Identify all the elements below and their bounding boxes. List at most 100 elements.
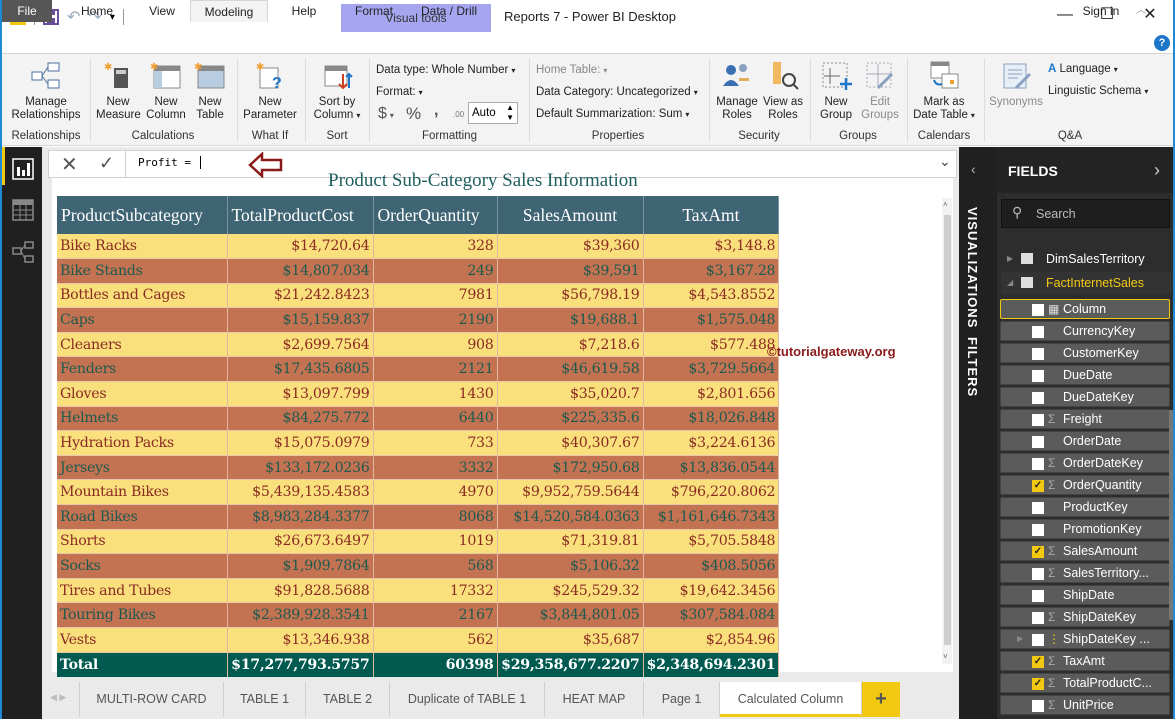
- percent-format-button[interactable]: %: [406, 104, 421, 124]
- field-checkbox[interactable]: [1032, 700, 1044, 712]
- table-row[interactable]: Mountain Bikes $5,439,135.4583 4970 $9,952,…: [57, 479, 780, 506]
- visualizations-pane-label[interactable]: VISUALIZATIONS: [965, 207, 980, 328]
- fields-search-input[interactable]: ⚲ Search: [1001, 199, 1170, 228]
- page-tab-duplicate-of-table-1[interactable]: Duplicate of TABLE 1: [390, 682, 545, 717]
- tab-view[interactable]: View: [140, 0, 184, 22]
- field-checkbox[interactable]: [1032, 612, 1044, 624]
- new-parameter-button[interactable]: ? ✱ New Parameter: [240, 60, 300, 122]
- table-row[interactable]: Bike Stands $14,807.034 249 $39,591 $3,167.2…: [57, 258, 780, 284]
- manage-relationships-button[interactable]: Manage Relationships: [8, 60, 84, 122]
- page-tab-heat-map[interactable]: HEAT MAP: [545, 682, 644, 717]
- synonyms-button[interactable]: Synonyms: [986, 60, 1046, 109]
- home-table-dropdown[interactable]: Home Table: ▾: [536, 64, 607, 76]
- column-header[interactable]: TaxAmt: [643, 196, 780, 234]
- mark-as-date-table-button[interactable]: Mark as Date Table ▾: [910, 60, 978, 122]
- table-row[interactable]: Gloves $13,097.799 1430 $35,020.7 $2,801.656: [57, 381, 780, 407]
- field-checkbox[interactable]: [1032, 502, 1044, 514]
- table-row[interactable]: Vests $13,346.938 562 $35,687 $2,854.96: [57, 627, 780, 653]
- field-item[interactable]: ✓ Σ TaxAmt: [1000, 651, 1170, 671]
- table-row[interactable]: Bottles and Cages $21,242.8423 7981 $56,798…: [57, 283, 780, 309]
- collapse-fields-icon[interactable]: ›: [1154, 160, 1160, 181]
- field-checkbox[interactable]: [1032, 304, 1044, 316]
- scroll-up-icon[interactable]: ˄: [943, 200, 948, 209]
- default-summarization-dropdown[interactable]: Default Summarization: Sum ▾: [536, 108, 689, 120]
- field-checkbox[interactable]: [1032, 370, 1044, 382]
- field-checkbox[interactable]: ✓: [1032, 656, 1044, 668]
- new-measure-button[interactable]: ✱ New Measure: [96, 60, 141, 122]
- page-tab-table-2[interactable]: TABLE 2: [306, 682, 390, 717]
- field-item[interactable]: ▶ ⋮ ShipDateKey ...: [1000, 629, 1170, 649]
- field-checkbox[interactable]: [1032, 524, 1044, 536]
- field-item[interactable]: ProductKey: [1000, 497, 1170, 517]
- tab-modeling[interactable]: Modeling: [190, 0, 268, 22]
- commit-formula-icon[interactable]: ✓: [99, 153, 114, 174]
- data-view-icon[interactable]: [12, 199, 34, 221]
- field-item[interactable]: OrderDate: [1000, 431, 1170, 451]
- collapse-icon[interactable]: ◢: [1007, 272, 1013, 294]
- sign-in-link[interactable]: Sign in: [1076, 0, 1126, 22]
- expand-icon[interactable]: ▶: [1007, 248, 1013, 270]
- data-category-dropdown[interactable]: Data Category: Uncategorized ▾: [536, 86, 698, 98]
- field-checkbox[interactable]: [1032, 590, 1044, 602]
- page-tab-table-1[interactable]: TABLE 1: [224, 682, 306, 717]
- field-table-dimsalesterritory[interactable]: ▶ DimSalesTerritory: [1001, 248, 1171, 270]
- field-checkbox[interactable]: [1032, 326, 1044, 338]
- field-checkbox[interactable]: [1032, 348, 1044, 360]
- field-checkbox[interactable]: [1032, 436, 1044, 448]
- currency-format-button[interactable]: $ ▾: [378, 105, 394, 123]
- field-checkbox[interactable]: ✓: [1032, 546, 1044, 558]
- comma-style-button[interactable]: ,: [434, 102, 438, 120]
- field-item[interactable]: CurrencyKey: [1000, 321, 1170, 341]
- format-dropdown[interactable]: Format: ▾: [376, 86, 423, 98]
- report-view-icon[interactable]: [12, 158, 34, 180]
- new-group-button[interactable]: New Group: [815, 60, 857, 122]
- filters-pane-label[interactable]: FILTERS: [965, 337, 980, 397]
- language-dropdown[interactable]: A Language ▾: [1048, 63, 1118, 75]
- expand-formula-icon[interactable]: ⌄: [939, 153, 951, 170]
- table-row[interactable]: Touring Bikes $2,389,928.3541 2167 $3,844,8…: [57, 602, 780, 628]
- table-row[interactable]: Hydration Packs $15,075.0979 733 $40,307.67…: [57, 430, 780, 456]
- add-page-button[interactable]: +: [862, 682, 900, 717]
- field-item[interactable]: ▦ Column: [1000, 299, 1170, 319]
- tab-home[interactable]: Home: [72, 0, 122, 22]
- field-checkbox[interactable]: [1032, 392, 1044, 404]
- column-header[interactable]: TotalProductCost: [227, 196, 374, 234]
- table-row[interactable]: Cleaners $2,699.7564 908 $7,218.6 $577.488: [57, 332, 780, 358]
- field-item[interactable]: Σ UnitPrice: [1000, 695, 1170, 715]
- field-item[interactable]: Σ SalesTerritory...: [1000, 563, 1170, 583]
- tab-help[interactable]: Help: [282, 0, 326, 22]
- page-tab-calculated-column[interactable]: Calculated Column: [720, 682, 862, 717]
- field-checkbox[interactable]: [1032, 634, 1044, 646]
- table-row[interactable]: Jerseys $133,172.0236 3332 $172,950.68 $13,8…: [57, 455, 780, 481]
- manage-roles-button[interactable]: Manage Roles: [714, 60, 760, 122]
- data-type-dropdown[interactable]: Data type: Whole Number ▾: [376, 64, 515, 76]
- table-row[interactable]: Fenders $17,435.6805 2121 $46,619.58 $3,729.…: [57, 356, 780, 383]
- field-item[interactable]: Σ OrderDateKey: [1000, 453, 1170, 473]
- page-tab-page-1[interactable]: Page 1: [644, 682, 720, 717]
- field-item[interactable]: ✓ Σ TotalProductC...: [1000, 673, 1170, 693]
- field-item[interactable]: CustomerKey: [1000, 343, 1170, 363]
- field-checkbox[interactable]: ✓: [1032, 678, 1044, 690]
- field-item[interactable]: Σ Freight: [1000, 409, 1170, 429]
- fields-scrollbar[interactable]: [1169, 410, 1173, 620]
- field-item[interactable]: ✓ Σ OrderQuantity: [1000, 475, 1170, 495]
- table-scrollbar-thumb[interactable]: [944, 215, 951, 645]
- chevron-up-icon[interactable]: ︿: [1134, 0, 1148, 22]
- table-row[interactable]: Caps $15,159.837 2190 $19,688.1 $1,575.048: [57, 307, 780, 333]
- table-row[interactable]: Socks $1,909.7864 568 $5,106.32 $408.5056: [57, 553, 780, 579]
- table-row[interactable]: Shorts $26,673.6497 1019 $71,319.81 $5,705.5…: [57, 529, 780, 555]
- field-item[interactable]: DueDate: [1000, 365, 1170, 385]
- tab-format[interactable]: Format: [347, 0, 401, 22]
- spinner-icon[interactable]: ▲ ▼: [506, 103, 514, 123]
- column-header[interactable]: OrderQuantity: [373, 196, 498, 234]
- table-row[interactable]: Tires and Tubes $91,828.5688 17332 $245,529…: [57, 578, 780, 604]
- column-header[interactable]: SalesAmount: [497, 196, 644, 234]
- field-item[interactable]: ShipDate: [1000, 585, 1170, 605]
- table-row[interactable]: Helmets $84,275.772 6440 $225,335.6 $18,026.…: [57, 406, 780, 432]
- field-item[interactable]: Σ ShipDateKey: [1000, 607, 1170, 627]
- tab-data-drill[interactable]: Data / Drill: [412, 0, 486, 22]
- field-checkbox[interactable]: [1032, 458, 1044, 470]
- field-checkbox[interactable]: ✓: [1032, 480, 1044, 492]
- field-item[interactable]: ✓ Σ SalesAmount: [1000, 541, 1170, 561]
- prev-page-icon[interactable]: ◀ ▶: [50, 692, 66, 703]
